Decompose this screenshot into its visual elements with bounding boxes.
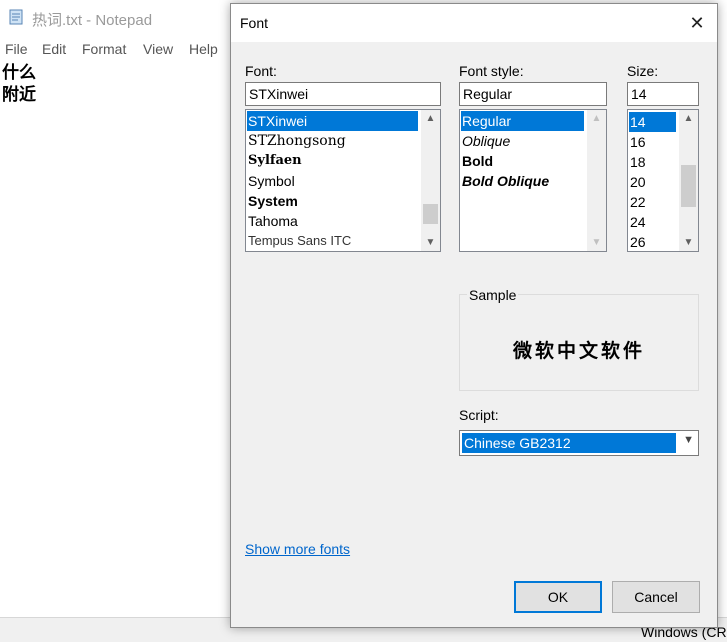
script-label: Script: bbox=[459, 407, 499, 423]
scroll-down-icon[interactable]: ▼ bbox=[421, 234, 440, 251]
menu-edit[interactable]: Edit bbox=[42, 41, 66, 57]
font-dialog: Font ✕ Font: STXinwei STXinwei STZhongso… bbox=[230, 3, 718, 628]
font-list-item[interactable]: Tempus Sans ITC bbox=[247, 231, 351, 251]
editor-line: 什么 bbox=[2, 63, 36, 83]
size-list[interactable]: 14 16 18 20 22 24 26 ▲ ▼ bbox=[627, 109, 699, 252]
style-list-item[interactable]: Bold Oblique bbox=[461, 171, 549, 191]
menu-file[interactable]: File bbox=[5, 41, 28, 57]
menu-format[interactable]: Format bbox=[82, 41, 126, 57]
style-list-item[interactable]: Regular bbox=[461, 111, 584, 131]
size-list-item[interactable]: 16 bbox=[629, 132, 646, 152]
font-label: Font: bbox=[245, 63, 277, 79]
notepad-icon bbox=[9, 9, 23, 25]
style-list-scrollbar: ▲ ▼ bbox=[587, 110, 606, 251]
close-icon[interactable]: ✕ bbox=[687, 13, 707, 33]
chevron-down-icon[interactable]: ▼ bbox=[683, 434, 694, 446]
scroll-down-icon[interactable]: ▼ bbox=[679, 234, 698, 251]
ok-button[interactable]: OK bbox=[514, 581, 602, 613]
size-list-item[interactable]: 22 bbox=[629, 192, 646, 212]
size-list-item[interactable]: 24 bbox=[629, 212, 646, 232]
font-input[interactable]: STXinwei bbox=[245, 82, 441, 106]
font-list-item[interactable]: STZhongsong bbox=[247, 131, 346, 151]
font-list-scrollbar[interactable]: ▲ ▼ bbox=[421, 110, 440, 251]
font-list-item[interactable]: System bbox=[247, 191, 298, 211]
font-list-item[interactable]: Symbol bbox=[247, 171, 295, 191]
style-list-item[interactable]: Bold bbox=[461, 151, 493, 171]
show-more-fonts-link[interactable]: Show more fonts bbox=[245, 541, 350, 557]
font-list-item[interactable]: Sylfaen bbox=[247, 151, 302, 171]
scroll-up-icon: ▲ bbox=[591, 113, 602, 124]
menu-view[interactable]: View bbox=[143, 41, 173, 57]
scroll-down-icon: ▼ bbox=[591, 237, 602, 248]
script-select[interactable]: Chinese GB2312 ▼ bbox=[459, 430, 699, 456]
editor-line: 附近 bbox=[2, 85, 36, 105]
size-list-item[interactable]: 14 bbox=[629, 112, 676, 132]
style-label: Font style: bbox=[459, 63, 524, 79]
font-list-item[interactable]: STXinwei bbox=[247, 111, 418, 131]
size-list-scrollbar[interactable]: ▲ ▼ bbox=[679, 110, 698, 251]
scroll-up-icon[interactable]: ▲ bbox=[679, 110, 698, 127]
font-list[interactable]: STXinwei STZhongsong Sylfaen Symbol Syst… bbox=[245, 109, 441, 252]
size-list-item[interactable]: 18 bbox=[629, 152, 646, 172]
scroll-thumb[interactable] bbox=[423, 204, 438, 224]
style-list[interactable]: Regular Oblique Bold Bold Oblique ▲ ▼ bbox=[459, 109, 607, 252]
dialog-titlebar: Font ✕ bbox=[231, 4, 717, 42]
sample-text: 微软中文软件 bbox=[512, 340, 645, 362]
font-list-item[interactable]: Tahoma bbox=[247, 211, 298, 231]
cancel-button[interactable]: Cancel bbox=[612, 581, 700, 613]
sample-label: Sample bbox=[467, 287, 519, 303]
script-value: Chinese GB2312 bbox=[462, 433, 676, 453]
notepad-title: 热词.txt - Notepad bbox=[32, 12, 153, 29]
notepad-editor[interactable]: 什么 附近 bbox=[2, 62, 36, 106]
size-label: Size: bbox=[627, 63, 659, 79]
style-list-item[interactable]: Oblique bbox=[461, 131, 510, 151]
dialog-title: Font bbox=[240, 15, 269, 31]
style-input[interactable]: Regular bbox=[459, 82, 607, 106]
size-input[interactable]: 14 bbox=[627, 82, 699, 106]
size-list-item[interactable]: 20 bbox=[629, 172, 646, 192]
size-list-item[interactable]: 26 bbox=[629, 232, 646, 251]
scroll-up-icon[interactable]: ▲ bbox=[421, 110, 440, 127]
menu-help[interactable]: Help bbox=[189, 41, 218, 57]
scroll-thumb[interactable] bbox=[681, 165, 696, 207]
